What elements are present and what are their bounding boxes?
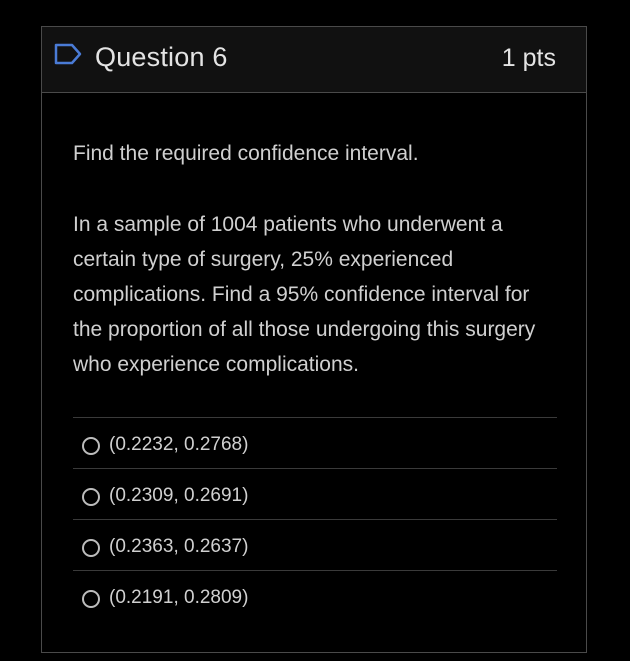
radio-button[interactable] <box>82 539 100 557</box>
answer-list: (0.2232, 0.2768) (0.2309, 0.2691) (0.236… <box>73 417 557 622</box>
answer-option[interactable]: (0.2191, 0.2809) <box>73 571 557 622</box>
question-instruction: Find the required confidence interval. <box>73 142 419 165</box>
question-title: Question 6 <box>95 42 228 72</box>
radio-button[interactable] <box>82 590 100 608</box>
answer-option[interactable]: (0.2232, 0.2768) <box>73 418 557 469</box>
radio-button[interactable] <box>82 437 100 455</box>
answer-label[interactable]: (0.2232, 0.2768) <box>109 434 248 456</box>
question-header: Question 6 1 pts <box>42 27 586 93</box>
answer-option[interactable]: (0.2363, 0.2637) <box>73 520 557 571</box>
radio-button[interactable] <box>82 488 100 506</box>
question-card: Question 6 1 pts Find the required confi… <box>41 26 587 653</box>
answer-label[interactable]: (0.2191, 0.2809) <box>109 587 248 609</box>
question-points: 1 pts <box>501 44 556 72</box>
answer-label[interactable]: (0.2309, 0.2691) <box>109 485 248 507</box>
answer-option[interactable]: (0.2309, 0.2691) <box>73 469 557 520</box>
flag-question-icon[interactable] <box>54 43 82 65</box>
answer-label[interactable]: (0.2363, 0.2637) <box>109 536 248 558</box>
question-text: In a sample of 1004 patients who underwe… <box>73 213 536 376</box>
